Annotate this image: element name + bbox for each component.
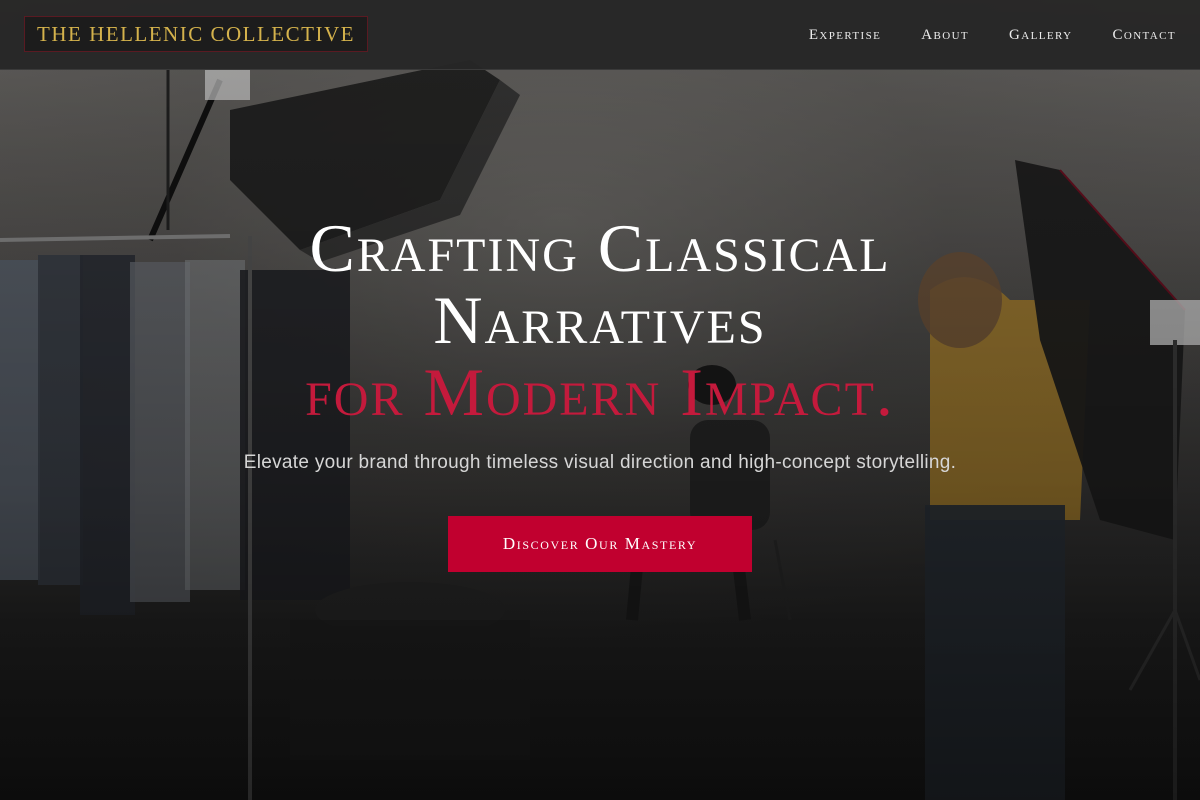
nav-link-contact[interactable]: Contact: [1112, 27, 1176, 44]
hero-title: Crafting Classical Narratives for Modern…: [0, 212, 1200, 428]
nav-link-gallery[interactable]: Gallery: [1009, 27, 1072, 44]
nav-link-about[interactable]: About: [921, 27, 969, 44]
hero-title-line-2: Narratives: [433, 282, 767, 358]
hero-section: Crafting Classical Narratives for Modern…: [0, 212, 1200, 572]
brand-logo[interactable]: THE HELLENIC COLLECTIVE: [24, 16, 368, 52]
top-navbar: THE HELLENIC COLLECTIVE Expertise About …: [0, 0, 1200, 70]
main-nav: Expertise About Gallery Contact: [809, 0, 1176, 70]
hero-title-line-1: Crafting Classical: [309, 210, 891, 286]
hero-subtitle: Elevate your brand through timeless visu…: [243, 452, 957, 473]
hero-title-accent: for Modern Impact.: [305, 354, 895, 430]
discover-mastery-button[interactable]: Discover Our Mastery: [448, 516, 752, 572]
nav-link-expertise[interactable]: Expertise: [809, 27, 881, 44]
landing-page: THE HELLENIC COLLECTIVE Expertise About …: [0, 0, 1200, 800]
